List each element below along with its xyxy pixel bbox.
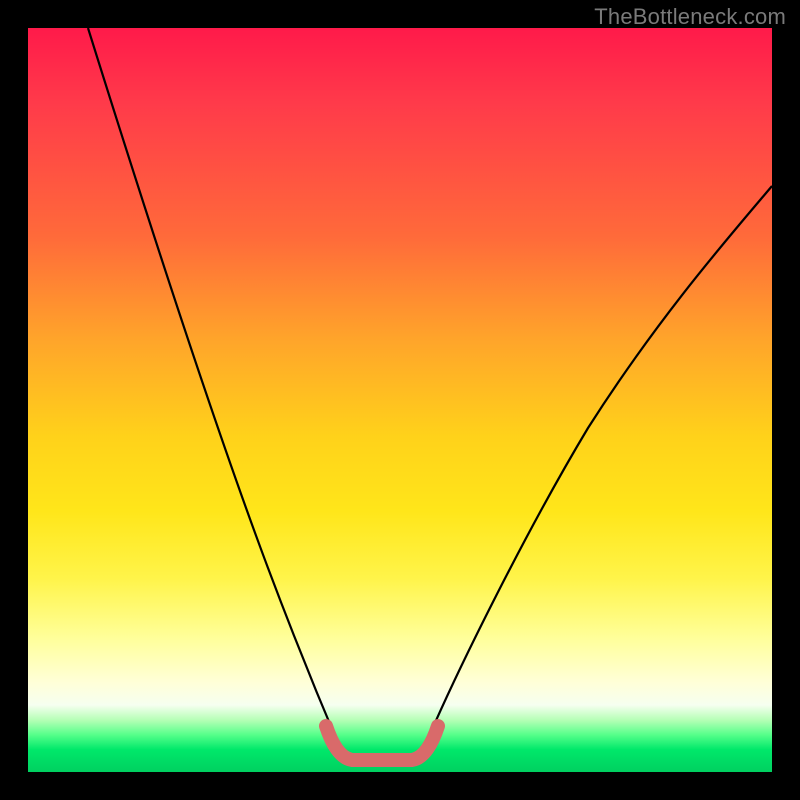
left-curve — [88, 28, 340, 748]
optimal-zone-marker — [326, 726, 438, 760]
right-curve — [424, 186, 772, 748]
curve-layer — [28, 28, 772, 772]
plot-area — [28, 28, 772, 772]
watermark-text: TheBottleneck.com — [594, 4, 786, 30]
chart-frame: TheBottleneck.com — [0, 0, 800, 800]
